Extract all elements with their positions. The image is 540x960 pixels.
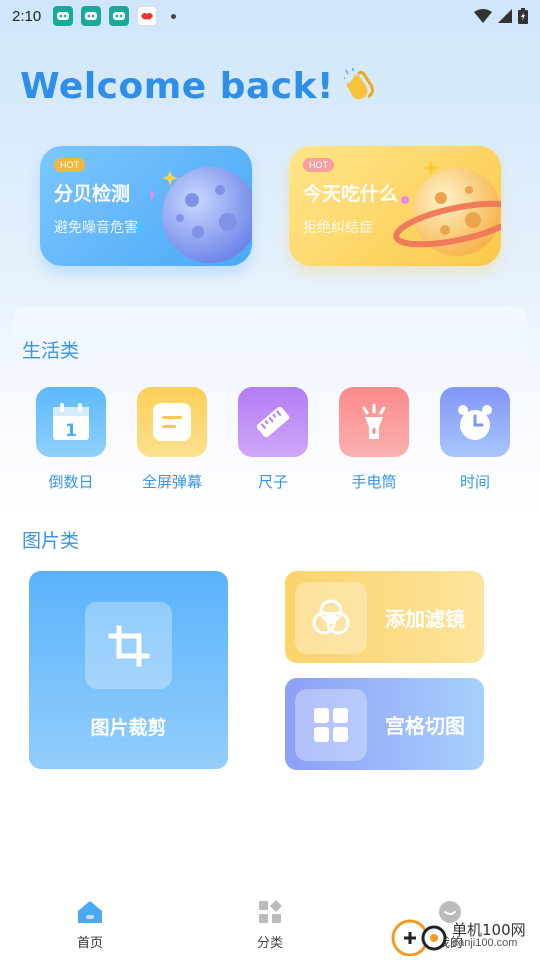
more-notifications-dot bbox=[171, 13, 177, 19]
hot-card-subtitle: 拒绝纠结症 bbox=[303, 220, 373, 236]
site-watermark: 单机100网 danji100.com bbox=[390, 916, 526, 956]
clapping-hands-icon bbox=[342, 67, 376, 106]
section-title-image: 图片类 bbox=[22, 530, 80, 552]
alarm-clock-icon bbox=[440, 387, 510, 457]
flashlight-icon bbox=[339, 387, 409, 457]
status-bar: 2:10 bbox=[0, 0, 540, 32]
app-notification-icon bbox=[81, 6, 102, 26]
home-icon bbox=[78, 901, 102, 923]
tool-time[interactable]: 时间 bbox=[430, 387, 520, 492]
welcome-title: Welcome back! bbox=[20, 66, 334, 107]
category-icon bbox=[259, 900, 282, 923]
tool-label: 时间 bbox=[459, 473, 490, 491]
app-notification-icon bbox=[109, 6, 130, 26]
status-time: 2:10 bbox=[12, 7, 42, 25]
tool-label: 倒数日 bbox=[48, 473, 94, 491]
tool-grid-cut[interactable]: 宫格切图 bbox=[285, 678, 484, 770]
status-right bbox=[474, 8, 528, 24]
tool-label: 全屏弹幕 bbox=[141, 473, 202, 491]
category-panel bbox=[13, 307, 527, 387]
hot-card-title: 今天吃什么 bbox=[303, 183, 399, 205]
calendar-icon: 1 bbox=[36, 387, 106, 457]
tool-flashlight[interactable]: 手电筒 bbox=[329, 387, 419, 492]
tool-image-crop[interactable]: 图片裁剪 bbox=[29, 571, 228, 769]
watermark-url: danji100.com bbox=[452, 937, 518, 949]
ruler-icon bbox=[238, 387, 308, 457]
tab-home[interactable]: 首页 bbox=[50, 900, 130, 951]
ringed-planet-icon bbox=[393, 160, 501, 256]
tool-label: 尺子 bbox=[257, 473, 288, 491]
filter-circles-icon bbox=[295, 582, 367, 654]
battery-icon bbox=[518, 8, 528, 24]
hot-badge: HOT bbox=[54, 158, 85, 172]
watermark-name: 单机100网 bbox=[452, 921, 526, 939]
tool-countdown-days[interactable]: 1 倒数日 bbox=[26, 387, 116, 492]
text-lines-icon bbox=[137, 387, 207, 457]
tab-label: 分类 bbox=[256, 936, 283, 951]
tool-fullscreen-barrage[interactable]: 全屏弹幕 bbox=[127, 387, 217, 492]
hot-card-subtitle: 避免噪音危害 bbox=[54, 220, 138, 236]
wifi-icon bbox=[474, 9, 492, 23]
watermark-logo-icon bbox=[391, 919, 447, 956]
tool-ruler[interactable]: 尺子 bbox=[228, 387, 318, 492]
crop-icon bbox=[85, 602, 172, 689]
tab-category[interactable]: 分类 bbox=[230, 900, 310, 951]
grid-icon bbox=[295, 689, 367, 761]
hot-card-what-to-eat[interactable]: HOT 今天吃什么 拒绝纠结症 bbox=[289, 146, 501, 266]
cratered-planet-icon bbox=[150, 167, 252, 263]
section-title-life: 生活类 bbox=[22, 340, 80, 362]
calendar-day: 1 bbox=[65, 421, 77, 441]
hot-badge: HOT bbox=[303, 158, 334, 172]
tool-add-filter[interactable]: 添加滤镜 bbox=[285, 571, 484, 663]
app-notification-icon bbox=[53, 6, 74, 26]
hot-card-title: 分贝检测 bbox=[54, 183, 131, 205]
welcome-header: Welcome back! bbox=[20, 66, 376, 107]
tool-label: 添加滤镜 bbox=[385, 607, 465, 631]
lips-notification-icon bbox=[137, 6, 158, 26]
hot-card-decibel[interactable]: HOT 分贝检测 避免噪音危害 bbox=[40, 146, 252, 266]
tool-label: 手电筒 bbox=[351, 473, 397, 491]
tool-label: 宫格切图 bbox=[385, 714, 465, 738]
signal-icon bbox=[498, 9, 512, 23]
tool-label: 图片裁剪 bbox=[90, 717, 167, 739]
tab-label: 首页 bbox=[76, 936, 103, 951]
